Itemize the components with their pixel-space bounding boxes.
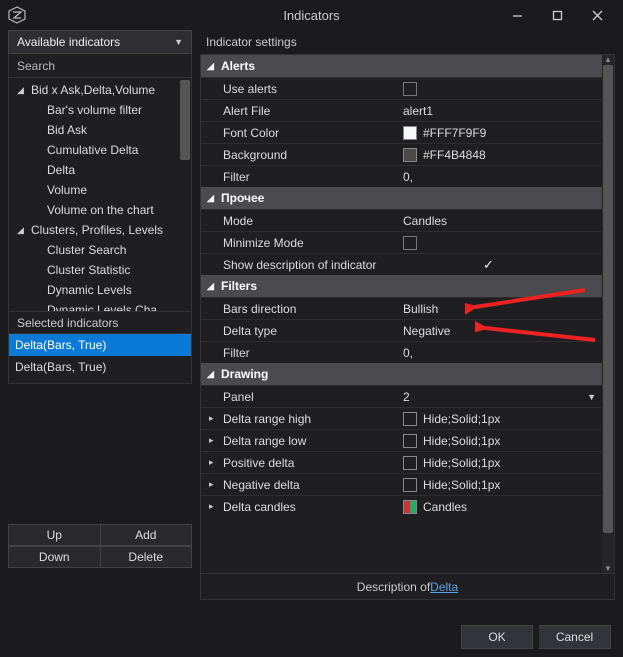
settings-scrollbar[interactable]: ▲ ▼ xyxy=(602,55,614,573)
available-indicators-dropdown[interactable]: Available indicators ▼ xyxy=(8,30,192,54)
tree-item[interactable]: Dynamic Levels Cha xyxy=(9,300,191,312)
ok-button[interactable]: OK xyxy=(461,625,533,649)
expand-icon: ▸ xyxy=(209,413,219,424)
delete-button[interactable]: Delete xyxy=(101,546,193,568)
prop-minimize-mode[interactable]: Minimize Mode xyxy=(201,231,614,253)
chevron-down-icon: ▼ xyxy=(587,392,596,402)
prop-delta-range-low[interactable]: ▸Delta range lowHide;Solid;1px xyxy=(201,429,614,451)
close-button[interactable] xyxy=(577,2,617,28)
collapse-icon: ◢ xyxy=(207,369,217,380)
group-other-header[interactable]: ◢Прочее xyxy=(201,187,614,209)
search-input[interactable]: Search xyxy=(8,54,192,78)
color-swatch-icon xyxy=(403,126,417,140)
collapse-icon: ◢ xyxy=(17,85,27,96)
tree-item[interactable]: Delta xyxy=(9,160,191,180)
cancel-button[interactable]: Cancel xyxy=(539,625,611,649)
indicator-settings-label: Indicator settings xyxy=(200,30,615,54)
prop-font-color[interactable]: Font Color#FFF7F9F9 xyxy=(201,121,614,143)
tree-group[interactable]: ◢Bid x Ask,Delta,Volume xyxy=(9,80,191,100)
settings-grid: ◢Alerts Use alerts Alert Filealert1 Font… xyxy=(200,54,615,574)
indicator-tree[interactable]: ◢Bid x Ask,Delta,Volume Bar's volume fil… xyxy=(8,78,192,312)
prop-background[interactable]: Background#FF4B4848 xyxy=(201,143,614,165)
title-bar: Indicators xyxy=(0,0,623,30)
tree-item[interactable]: Cluster Statistic xyxy=(9,260,191,280)
minimize-button[interactable] xyxy=(497,2,537,28)
color-swatch-icon xyxy=(403,434,417,448)
tree-item[interactable]: Volume on the chart xyxy=(9,200,191,220)
prop-use-alerts[interactable]: Use alerts xyxy=(201,77,614,99)
group-drawing-header[interactable]: ◢Drawing xyxy=(201,363,614,385)
maximize-button[interactable] xyxy=(537,2,577,28)
prop-delta-range-high[interactable]: ▸Delta range highHide;Solid;1px xyxy=(201,407,614,429)
description-bar: Description of Delta xyxy=(200,574,615,600)
prop-alert-file[interactable]: Alert Filealert1 xyxy=(201,99,614,121)
selected-indicators-label: Selected indicators xyxy=(8,312,192,334)
color-swatch-icon xyxy=(403,478,417,492)
checkbox-icon[interactable] xyxy=(403,82,417,96)
checkbox-icon[interactable] xyxy=(403,236,417,250)
tree-item[interactable]: Cumulative Delta xyxy=(9,140,191,160)
scroll-up-icon[interactable]: ▲ xyxy=(602,55,614,64)
tree-item[interactable]: Bid Ask xyxy=(9,120,191,140)
available-indicators-label: Available indicators xyxy=(17,35,120,49)
prop-show-description[interactable]: Show description of indicator✓ xyxy=(201,253,614,275)
prop-bars-direction[interactable]: Bars directionBullish xyxy=(201,297,614,319)
expand-icon: ▸ xyxy=(209,479,219,490)
collapse-icon: ◢ xyxy=(207,281,217,292)
selected-indicator-list[interactable]: Delta(Bars, True) Delta(Bars, True) xyxy=(8,334,192,384)
right-pane: Indicator settings ◢Alerts Use alerts Al… xyxy=(200,30,615,600)
prop-panel[interactable]: Panel2▼ xyxy=(201,385,614,407)
prop-delta-candles[interactable]: ▸Delta candlesCandles xyxy=(201,495,614,517)
group-filters-header[interactable]: ◢Filters xyxy=(201,275,614,297)
selected-indicator-item[interactable]: Delta(Bars, True) xyxy=(9,334,191,356)
prop-mode[interactable]: ModeCandles xyxy=(201,209,614,231)
left-pane: Available indicators ▼ Search ◢Bid x Ask… xyxy=(8,30,192,600)
tree-item[interactable]: Cluster Search xyxy=(9,240,191,260)
collapse-icon: ◢ xyxy=(207,193,217,204)
check-icon[interactable]: ✓ xyxy=(483,257,494,273)
tree-scroll-thumb[interactable] xyxy=(180,80,190,160)
prop-delta-type[interactable]: Delta typeNegative xyxy=(201,319,614,341)
prop-filter[interactable]: Filter0, xyxy=(201,341,614,363)
scroll-down-icon[interactable]: ▼ xyxy=(602,564,614,573)
add-button[interactable]: Add xyxy=(101,524,193,546)
prop-positive-delta[interactable]: ▸Positive deltaHide;Solid;1px xyxy=(201,451,614,473)
group-alerts-header[interactable]: ◢Alerts xyxy=(201,55,614,77)
candle-icon xyxy=(403,500,417,514)
selected-indicator-item[interactable]: Delta(Bars, True) xyxy=(9,356,191,378)
prop-alert-filter[interactable]: Filter0, xyxy=(201,165,614,187)
collapse-icon: ◢ xyxy=(17,225,27,236)
expand-icon: ▸ xyxy=(209,501,219,512)
tree-item[interactable]: Bar's volume filter xyxy=(9,100,191,120)
prop-negative-delta[interactable]: ▸Negative deltaHide;Solid;1px xyxy=(201,473,614,495)
expand-icon: ▸ xyxy=(209,457,219,468)
app-logo-icon xyxy=(8,6,26,24)
settings-scroll-thumb[interactable] xyxy=(603,65,613,533)
color-swatch-icon xyxy=(403,412,417,426)
up-button[interactable]: Up xyxy=(8,524,101,546)
color-swatch-icon xyxy=(403,456,417,470)
chevron-down-icon: ▼ xyxy=(174,37,183,47)
description-link[interactable]: Delta xyxy=(430,580,458,594)
expand-icon: ▸ xyxy=(209,435,219,446)
collapse-icon: ◢ xyxy=(207,61,217,72)
color-swatch-icon xyxy=(403,148,417,162)
tree-item[interactable]: Dynamic Levels xyxy=(9,280,191,300)
tree-scrollbar[interactable] xyxy=(179,78,191,311)
tree-item[interactable]: Volume xyxy=(9,180,191,200)
tree-group[interactable]: ◢Clusters, Profiles, Levels xyxy=(9,220,191,240)
down-button[interactable]: Down xyxy=(8,546,101,568)
